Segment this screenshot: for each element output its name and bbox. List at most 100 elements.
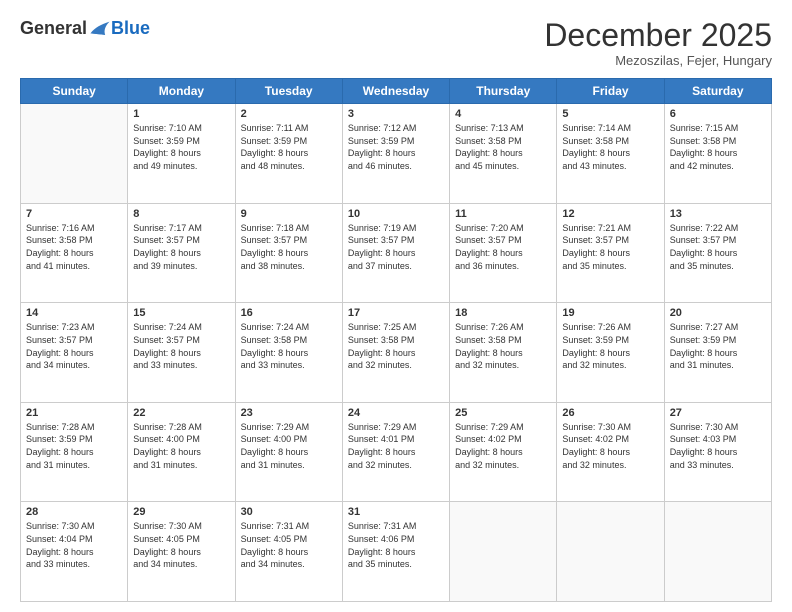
day-info: Sunrise: 7:17 AM Sunset: 3:57 PM Dayligh… [133, 222, 229, 272]
day-info: Sunrise: 7:26 AM Sunset: 3:58 PM Dayligh… [455, 321, 551, 371]
day-info: Sunrise: 7:29 AM Sunset: 4:02 PM Dayligh… [455, 421, 551, 471]
day-info: Sunrise: 7:16 AM Sunset: 3:58 PM Dayligh… [26, 222, 122, 272]
day-info: Sunrise: 7:23 AM Sunset: 3:57 PM Dayligh… [26, 321, 122, 371]
table-row: 3Sunrise: 7:12 AM Sunset: 3:59 PM Daylig… [342, 104, 449, 204]
day-number: 2 [241, 108, 337, 120]
day-info: Sunrise: 7:24 AM Sunset: 3:57 PM Dayligh… [133, 321, 229, 371]
day-info: Sunrise: 7:30 AM Sunset: 4:03 PM Dayligh… [670, 421, 766, 471]
table-row [664, 502, 771, 602]
day-info: Sunrise: 7:20 AM Sunset: 3:57 PM Dayligh… [455, 222, 551, 272]
day-info: Sunrise: 7:22 AM Sunset: 3:57 PM Dayligh… [670, 222, 766, 272]
day-info: Sunrise: 7:31 AM Sunset: 4:05 PM Dayligh… [241, 520, 337, 570]
day-number: 28 [26, 506, 122, 518]
table-row: 13 Sunrise: 7:22 AM Sunset: 3:57 PM Dayli… [664, 203, 771, 303]
day-number: 18 [455, 307, 551, 319]
table-row: 29 Sunrise: 7:30 AM Sunset: 4:05 PM Dayli… [128, 502, 235, 602]
day-number: 29 [133, 506, 229, 518]
logo-bird-icon [89, 20, 111, 38]
table-row [450, 502, 557, 602]
day-info: Sunrise: 7:18 AM Sunset: 3:57 PM Dayligh… [241, 222, 337, 272]
day-info: Sunrise: 7:12 AM Sunset: 3:59 PM Dayligh… [348, 122, 444, 172]
day-info: Sunrise: 7:29 AM Sunset: 4:01 PM Dayligh… [348, 421, 444, 471]
header: General Blue December 2025 Mezoszilas, F… [20, 18, 772, 68]
col-sunday: Sunday [21, 79, 128, 104]
table-row: 22 Sunrise: 7:28 AM Sunset: 4:00 PM Dayli… [128, 402, 235, 502]
day-number: 13 [670, 208, 766, 220]
day-info: Sunrise: 7:11 AM Sunset: 3:59 PM Dayligh… [241, 122, 337, 172]
day-info: Sunrise: 7:21 AM Sunset: 3:57 PM Dayligh… [562, 222, 658, 272]
table-row: 15 Sunrise: 7:24 AM Sunset: 3:57 PM Dayli… [128, 303, 235, 403]
day-number: 1 [133, 108, 229, 120]
day-number: 9 [241, 208, 337, 220]
day-number: 31 [348, 506, 444, 518]
calendar-week-row: 1 Sunrise: 7:10 AM Sunset: 3:59 PM Daylig… [21, 104, 772, 204]
day-info: Sunrise: 7:25 AM Sunset: 3:58 PM Dayligh… [348, 321, 444, 371]
day-info: Sunrise: 7:19 AM Sunset: 3:57 PM Dayligh… [348, 222, 444, 272]
day-number: 11 [455, 208, 551, 220]
table-row: 18 Sunrise: 7:26 AM Sunset: 3:58 PM Dayli… [450, 303, 557, 403]
day-number: 15 [133, 307, 229, 319]
page: General Blue December 2025 Mezoszilas, F… [0, 0, 792, 612]
table-row: 28 Sunrise: 7:30 AM Sunset: 4:04 PM Dayli… [21, 502, 128, 602]
day-number: 20 [670, 307, 766, 319]
day-info: Sunrise: 7:28 AM Sunset: 3:59 PM Dayligh… [26, 421, 122, 471]
day-number: 27 [670, 407, 766, 419]
table-row: 20 Sunrise: 7:27 AM Sunset: 3:59 PM Dayli… [664, 303, 771, 403]
calendar-week-row: 14 Sunrise: 7:23 AM Sunset: 3:57 PM Dayli… [21, 303, 772, 403]
day-number: 4 [455, 108, 551, 120]
col-saturday: Saturday [664, 79, 771, 104]
table-row: 19 Sunrise: 7:26 AM Sunset: 3:59 PM Dayli… [557, 303, 664, 403]
day-number: 12 [562, 208, 658, 220]
col-thursday: Thursday [450, 79, 557, 104]
table-row: 21 Sunrise: 7:28 AM Sunset: 3:59 PM Dayli… [21, 402, 128, 502]
day-number: 30 [241, 506, 337, 518]
day-number: 16 [241, 307, 337, 319]
col-tuesday: Tuesday [235, 79, 342, 104]
logo-general-text: General [20, 18, 87, 39]
day-number: 25 [455, 407, 551, 419]
table-row: 27 Sunrise: 7:30 AM Sunset: 4:03 PM Dayli… [664, 402, 771, 502]
day-info: Sunrise: 7:30 AM Sunset: 4:05 PM Dayligh… [133, 520, 229, 570]
day-number: 21 [26, 407, 122, 419]
col-monday: Monday [128, 79, 235, 104]
title-block: December 2025 Mezoszilas, Fejer, Hungary [544, 18, 772, 68]
day-info: Sunrise: 7:26 AM Sunset: 3:59 PM Dayligh… [562, 321, 658, 371]
table-row: 31Sunrise: 7:31 AM Sunset: 4:06 PM Dayli… [342, 502, 449, 602]
day-number: 17 [348, 307, 444, 319]
table-row: 16 Sunrise: 7:24 AM Sunset: 3:58 PM Dayli… [235, 303, 342, 403]
table-row [557, 502, 664, 602]
col-friday: Friday [557, 79, 664, 104]
day-info: Sunrise: 7:28 AM Sunset: 4:00 PM Dayligh… [133, 421, 229, 471]
day-info: Sunrise: 7:13 AM Sunset: 3:58 PM Dayligh… [455, 122, 551, 172]
day-number: 7 [26, 208, 122, 220]
table-row: 8 Sunrise: 7:17 AM Sunset: 3:57 PM Daylig… [128, 203, 235, 303]
day-info: Sunrise: 7:24 AM Sunset: 3:58 PM Dayligh… [241, 321, 337, 371]
day-info: Sunrise: 7:15 AM Sunset: 3:58 PM Dayligh… [670, 122, 766, 172]
col-wednesday: Wednesday [342, 79, 449, 104]
day-number: 23 [241, 407, 337, 419]
table-row: 23Sunrise: 7:29 AM Sunset: 4:00 PM Dayli… [235, 402, 342, 502]
logo-blue-text: Blue [111, 18, 150, 39]
day-info: Sunrise: 7:30 AM Sunset: 4:04 PM Dayligh… [26, 520, 122, 570]
day-number: 22 [133, 407, 229, 419]
day-number: 14 [26, 307, 122, 319]
table-row: 14 Sunrise: 7:23 AM Sunset: 3:57 PM Dayli… [21, 303, 128, 403]
day-info: Sunrise: 7:27 AM Sunset: 3:59 PM Dayligh… [670, 321, 766, 371]
day-info: Sunrise: 7:10 AM Sunset: 3:59 PM Dayligh… [133, 122, 229, 172]
calendar-week-row: 7 Sunrise: 7:16 AM Sunset: 3:58 PM Daylig… [21, 203, 772, 303]
table-row: 4 Sunrise: 7:13 AM Sunset: 3:58 PM Daylig… [450, 104, 557, 204]
table-row: 2 Sunrise: 7:11 AM Sunset: 3:59 PM Daylig… [235, 104, 342, 204]
month-title: December 2025 [544, 18, 772, 53]
day-number: 26 [562, 407, 658, 419]
table-row: 12 Sunrise: 7:21 AM Sunset: 3:57 PM Dayli… [557, 203, 664, 303]
table-row: 6Sunrise: 7:15 AM Sunset: 3:58 PM Daylig… [664, 104, 771, 204]
day-number: 8 [133, 208, 229, 220]
table-row: 25 Sunrise: 7:29 AM Sunset: 4:02 PM Dayli… [450, 402, 557, 502]
day-number: 19 [562, 307, 658, 319]
location-subtitle: Mezoszilas, Fejer, Hungary [544, 53, 772, 68]
table-row: 9 Sunrise: 7:18 AM Sunset: 3:57 PM Daylig… [235, 203, 342, 303]
table-row: 5Sunrise: 7:14 AM Sunset: 3:58 PM Daylig… [557, 104, 664, 204]
calendar-week-row: 21 Sunrise: 7:28 AM Sunset: 3:59 PM Dayli… [21, 402, 772, 502]
calendar-table: Sunday Monday Tuesday Wednesday Thursday… [20, 78, 772, 602]
table-row: 24Sunrise: 7:29 AM Sunset: 4:01 PM Dayli… [342, 402, 449, 502]
